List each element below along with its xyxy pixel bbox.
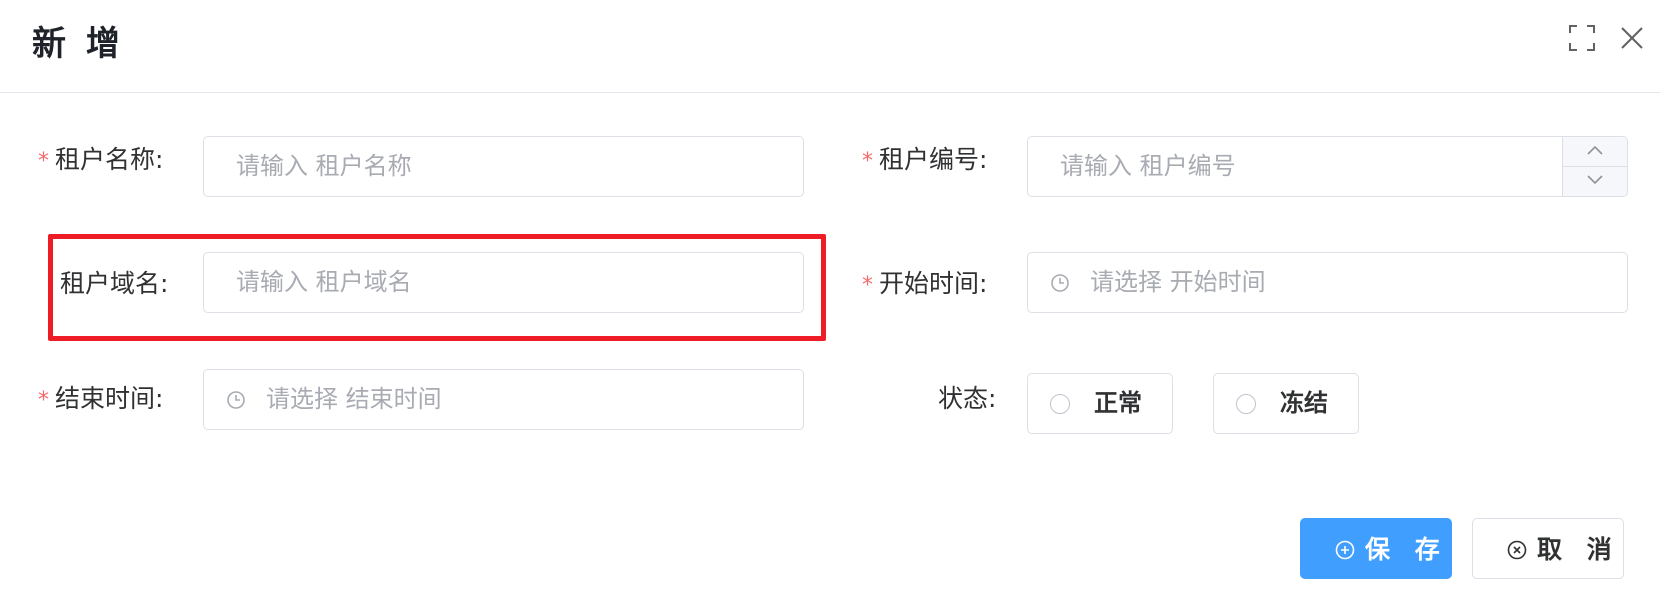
dialog-header: 新 增 [0, 0, 1660, 93]
plus-circle-icon [1335, 540, 1355, 560]
required-mark: * [38, 388, 49, 413]
end-time-label: * 结束时间: [38, 384, 164, 413]
cancel-button[interactable]: 取 消 [1472, 518, 1624, 579]
tenant-domain-label: 租户域名: [60, 269, 169, 298]
status-option-normal: 正常 [1094, 389, 1142, 417]
start-time-label: * 开始时间: [862, 269, 988, 298]
decrement-button[interactable] [1563, 167, 1627, 196]
chevron-down-icon [1587, 175, 1603, 185]
clock-icon [1051, 274, 1069, 292]
tenant-code-label: * 租户编号: [862, 145, 988, 174]
required-mark: * [862, 273, 873, 298]
chevron-up-icon [1587, 145, 1603, 155]
end-time-picker[interactable]: 请选择 结束时间 [203, 369, 804, 430]
tenant-name-placeholder: 请输入 租户名称 [236, 152, 412, 180]
fullscreen-icon[interactable] [1568, 24, 1596, 52]
tenant-domain-placeholder: 请输入 租户域名 [236, 268, 412, 296]
save-button[interactable]: 保 存 [1300, 518, 1452, 579]
dialog-title: 新 增 [32, 24, 124, 64]
start-time-picker[interactable]: 请选择 开始时间 [1027, 252, 1628, 313]
status-label: 状态: [938, 384, 997, 413]
new-tenant-dialog: 新 增 * 租户名称: 请输入 租户名称 * 租户编号: 请输入 租户编号 租户… [0, 0, 1660, 600]
status-option-frozen: 冻结 [1280, 389, 1328, 417]
tenant-code-placeholder: 请输入 租户编号 [1060, 152, 1236, 180]
close-icon[interactable] [1618, 24, 1646, 52]
radio-circle [1236, 394, 1256, 414]
end-time-placeholder: 请选择 结束时间 [266, 385, 442, 413]
required-mark: * [38, 149, 49, 174]
required-mark: * [862, 149, 873, 174]
tenant-name-label: * 租户名称: [38, 145, 164, 174]
start-time-placeholder: 请选择 开始时间 [1090, 268, 1266, 296]
status-radio-frozen[interactable]: 冻结 [1213, 373, 1359, 434]
number-stepper [1562, 137, 1627, 196]
x-circle-icon [1507, 540, 1527, 560]
clock-icon [227, 391, 245, 409]
radio-circle [1050, 394, 1070, 414]
tenant-domain-input[interactable]: 请输入 租户域名 [203, 252, 804, 313]
tenant-name-input[interactable]: 请输入 租户名称 [203, 136, 804, 197]
increment-button[interactable] [1563, 137, 1627, 167]
tenant-code-input[interactable]: 请输入 租户编号 [1027, 136, 1628, 197]
status-radio-normal[interactable]: 正常 [1027, 373, 1173, 434]
